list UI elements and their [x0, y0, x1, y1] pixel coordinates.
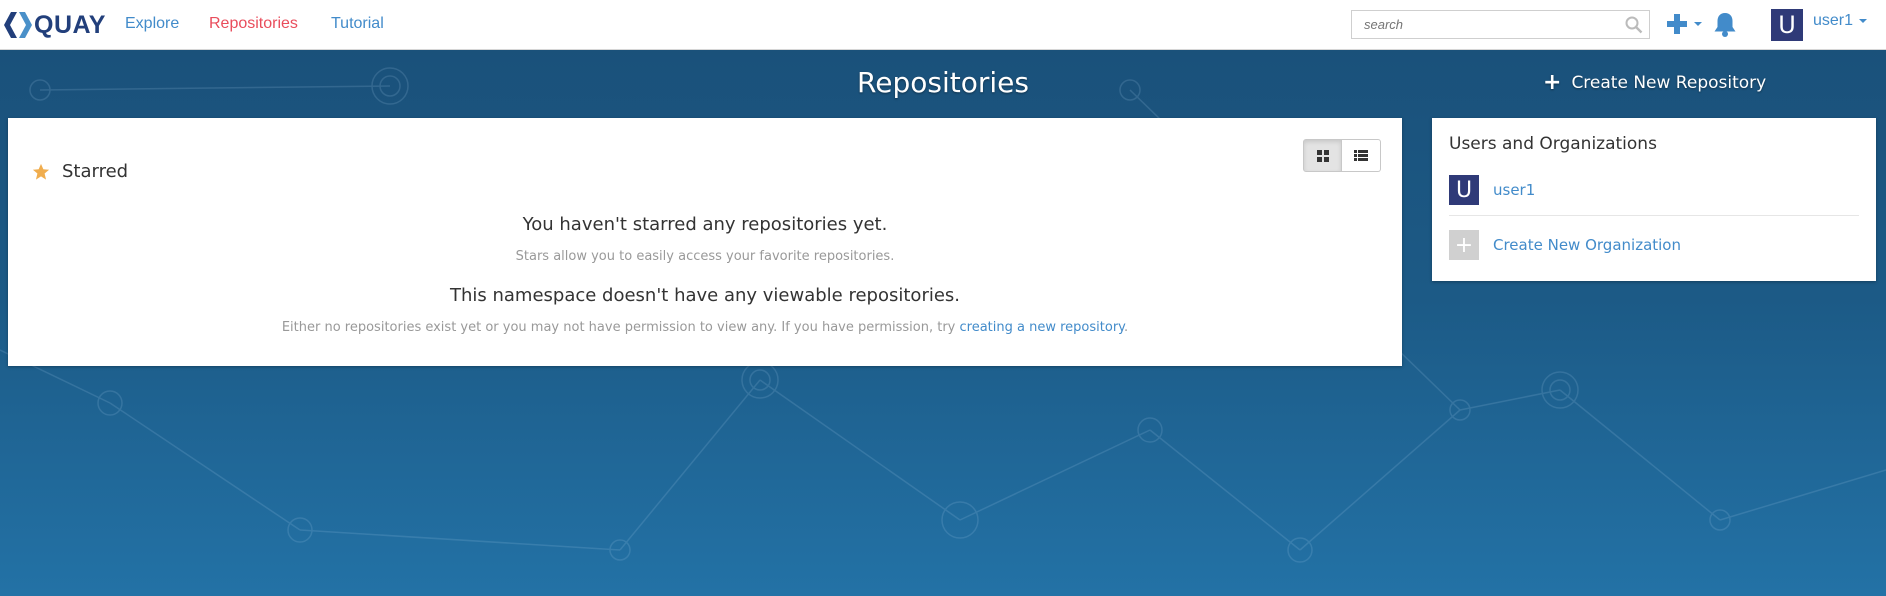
search-box [1351, 10, 1650, 39]
plus-icon [1667, 14, 1687, 34]
namespace-user-link[interactable]: user1 [1493, 181, 1535, 199]
list-view-button[interactable] [1342, 139, 1381, 172]
search-input[interactable] [1352, 11, 1624, 38]
create-repository-button[interactable]: + Create New Repository [1543, 70, 1767, 95]
star-icon [32, 163, 50, 180]
user-menu-toggle[interactable]: U user1 [1771, 9, 1868, 41]
quay-logo[interactable]: QUAY [4, 10, 106, 40]
empty-starred-subtitle: Stars allow you to easily access your fa… [515, 249, 895, 264]
create-repository-link[interactable]: creating a new repository [960, 320, 1125, 335]
chevron-down-icon [1694, 22, 1702, 26]
namespace-user1[interactable]: U user1 [1449, 175, 1535, 205]
repositories-panel: Starred You haven't starred any reposito… [8, 118, 1402, 366]
top-navbar: QUAY Explore Repositories Tutorial U use… [0, 0, 1886, 50]
user-name: user1 [1813, 12, 1854, 29]
starred-heading: Starred [32, 161, 128, 182]
create-repository-label: Create New Repository [1571, 73, 1767, 93]
quay-logo-icon [4, 12, 32, 38]
plus-icon: + [1449, 230, 1479, 260]
view-toggle [1303, 139, 1381, 172]
nav-repositories-link[interactable]: Repositories [209, 15, 298, 33]
divider [1449, 215, 1859, 216]
side-panel-title: Users and Organizations [1449, 134, 1657, 154]
create-dropdown-toggle[interactable] [1666, 13, 1702, 35]
starred-label: Starred [62, 161, 129, 182]
empty-namespace-title: This namespace doesn't have any viewable… [449, 285, 961, 306]
users-organizations-panel: Users and Organizations U user1 + Create… [1432, 118, 1876, 281]
create-organization-link[interactable]: Create New Organization [1493, 236, 1681, 254]
grid-view-button[interactable] [1303, 139, 1342, 172]
empty-starred-title: You haven't starred any repositories yet… [522, 214, 888, 235]
avatar: U [1449, 175, 1479, 205]
empty-namespace-subtitle: Either no repositories exist yet or you … [281, 320, 1129, 335]
grid-icon [1316, 149, 1329, 162]
notifications-bell-icon[interactable] [1713, 12, 1737, 38]
nav-tutorial-link[interactable]: Tutorial [331, 15, 384, 33]
create-organization-row[interactable]: + Create New Organization [1449, 230, 1681, 260]
plus-icon: + [1543, 70, 1562, 95]
nav-explore-link[interactable]: Explore [125, 15, 179, 33]
chevron-down-icon [1859, 19, 1868, 23]
avatar: U [1771, 9, 1803, 41]
search-icon[interactable] [1625, 16, 1643, 34]
brand-text: QUAY [34, 10, 106, 39]
list-icon [1354, 150, 1368, 161]
